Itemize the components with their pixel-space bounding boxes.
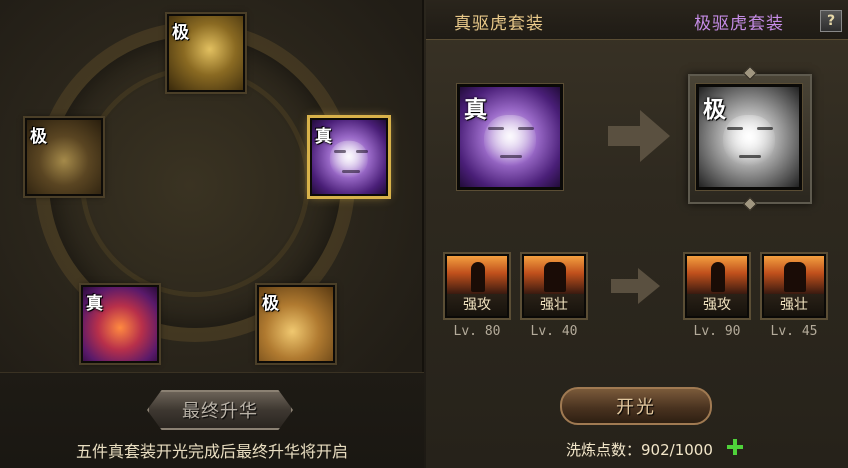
tab-target-suit[interactable]: 极驱虎套装 — [694, 9, 784, 34]
item-tier-tag: 真 — [464, 97, 487, 123]
slot-tier-tag: 极 — [172, 23, 189, 43]
suit-slot-left[interactable]: 极 — [23, 116, 105, 198]
upgrade-arrow-body — [608, 126, 642, 146]
skill-current-1[interactable]: 强攻 — [443, 252, 511, 320]
skill-level: Lv. 45 — [770, 324, 818, 339]
current-item-slot[interactable]: 真 — [456, 83, 564, 191]
warrior-strength-icon — [524, 256, 584, 294]
slot-tier-tag: 真 — [86, 294, 103, 314]
skill-level: Lv. 80 — [453, 324, 501, 339]
item-tier-tag: 极 — [703, 97, 726, 123]
warrior-attack-icon — [447, 256, 507, 294]
skill-target-1[interactable]: 强攻 — [683, 252, 751, 320]
refine-points-label: 洗炼点数： — [566, 441, 642, 459]
skill-name: 强壮 — [764, 294, 824, 316]
final-upgrade-button[interactable]: 最终升华 — [147, 390, 293, 430]
skill-name: 强壮 — [524, 294, 584, 316]
suit-slot-bottom-right[interactable]: 极 — [255, 283, 337, 365]
add-points-icon[interactable] — [726, 438, 744, 456]
tab-current-suit[interactable]: 真驱虎套装 — [454, 9, 544, 34]
skill-current-2[interactable]: 强壮 — [520, 252, 588, 320]
slot-tier-tag: 极 — [30, 127, 47, 147]
decorative-inner-ring — [80, 67, 310, 297]
refine-points-value: 902/1000 — [641, 441, 713, 459]
skill-name: 强攻 — [447, 294, 507, 316]
skill-target-2[interactable]: 强壮 — [760, 252, 828, 320]
final-upgrade-note: 五件真套装开光完成后最终升华将开启 — [75, 442, 348, 461]
warrior-attack-icon — [687, 256, 747, 294]
skill-arrow-body — [611, 279, 639, 293]
skill-level: Lv. 90 — [693, 324, 741, 339]
suit-slot-right[interactable]: 真 — [307, 115, 391, 199]
help-button[interactable]: ? — [820, 10, 842, 32]
upgrade-panel: 真驱虎套装 极驱虎套装 ? 真 极 强攻 Lv. 80 强壮 Lv. 40 强攻… — [426, 0, 848, 468]
equipment-upgrade-window: 极 极 真 真 极 最终升华 五件真套装开光完成后最终升华将开启 真驱虎套装 极… — [0, 0, 848, 468]
suit-tabs: 真驱虎套装 极驱虎套装 ? — [426, 0, 848, 40]
slot-tier-tag: 真 — [315, 127, 332, 147]
refine-points: 洗炼点数：902/1000 — [566, 439, 713, 460]
skill-level: Lv. 40 — [530, 324, 578, 339]
warrior-strength-icon — [764, 256, 824, 294]
slot-tier-tag: 极 — [262, 294, 279, 314]
suit-slot-top[interactable]: 极 — [165, 12, 247, 94]
skill-name: 强攻 — [687, 294, 747, 316]
suit-panel: 极 极 真 真 极 最终升华 五件真套装开光完成后最终升华将开启 — [0, 0, 424, 468]
upgrade-arrow-icon — [640, 110, 670, 162]
suit-slot-bottom-left[interactable]: 真 — [79, 283, 161, 365]
skill-arrow-icon — [638, 268, 660, 304]
target-item-slot[interactable]: 极 — [695, 83, 803, 191]
open-light-button[interactable]: 开光 — [560, 387, 712, 425]
